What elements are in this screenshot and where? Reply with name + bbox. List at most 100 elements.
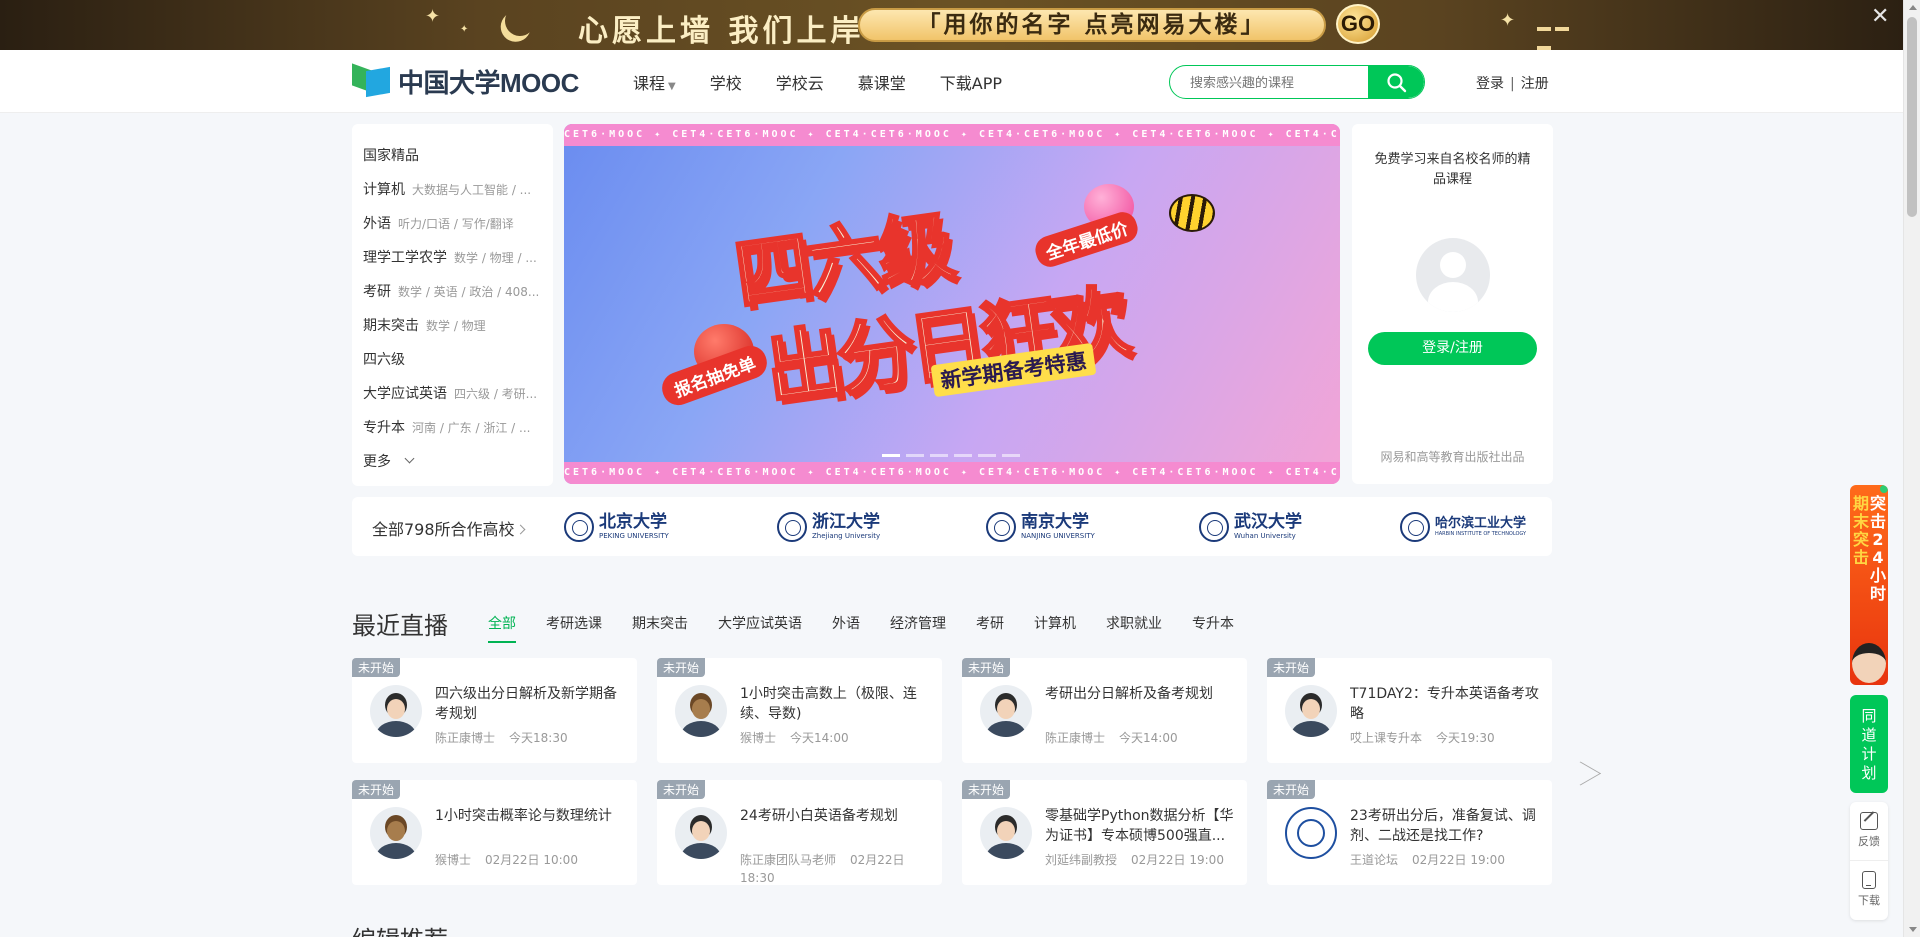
nav-courses-label: 课程 bbox=[633, 74, 666, 93]
live-card-title: 四六级出分日解析及新学期备考规划 bbox=[435, 686, 617, 722]
status-badge: 未开始 bbox=[962, 658, 1011, 677]
promo-decoration bbox=[1535, 18, 1585, 50]
school-name: 浙江大学 bbox=[812, 512, 880, 532]
live-card[interactable]: 未开始 1小时突击概率论与数理统计 猴博士 02月22日 10:00 bbox=[352, 780, 637, 885]
school-name-en: Zhejiang University bbox=[812, 532, 881, 540]
status-badge: 未开始 bbox=[657, 658, 706, 677]
carousel-dot[interactable] bbox=[930, 454, 948, 457]
site-header: 中国大学MOOC 课程▼ 学校 学校云 慕课堂 下载APP 登录 | 注册 bbox=[0, 50, 1903, 113]
hero-carousel[interactable]: CET6·MOOC ✦ CET4·CET6·MOOC ✦ CET4·CET6·M… bbox=[564, 124, 1340, 484]
school-logo-whu[interactable]: 武汉大学 Wuhan University bbox=[1199, 511, 1302, 543]
nav-courses[interactable]: 课程 ▼ bbox=[633, 70, 676, 94]
live-tab[interactable]: 期末突击 bbox=[632, 613, 688, 633]
live-card[interactable]: 未开始 23考研出分后，准备复试、调剂、二战还是找工作? 王道论坛 02月22日 19… bbox=[1267, 780, 1552, 885]
carousel-dot[interactable] bbox=[954, 454, 972, 457]
category-item[interactable]: 大学应试英语 四六级 / 考研... bbox=[363, 376, 542, 410]
search-button[interactable] bbox=[1368, 66, 1424, 98]
school-seal-icon bbox=[564, 512, 594, 542]
live-tab[interactable]: 经济管理 bbox=[890, 613, 946, 633]
download-button[interactable]: 下载 bbox=[1850, 861, 1888, 920]
carousel-strip-bottom: CET6·MOOC ✦ CET4·CET6·MOOC ✦ CET4·CET6·M… bbox=[564, 462, 1340, 484]
nav-schools[interactable]: 学校 bbox=[710, 70, 742, 94]
live-tab[interactable]: 求职就业 bbox=[1106, 613, 1162, 633]
float-promo-widget[interactable]: 期末突击 突击24小时 bbox=[1850, 485, 1888, 685]
carousel-dot[interactable] bbox=[882, 454, 900, 457]
category-item[interactable]: 国家精品 bbox=[363, 138, 542, 172]
live-time: 今天14:00 bbox=[1119, 731, 1178, 745]
scrollbar-thumb[interactable] bbox=[1907, 17, 1917, 217]
category-item[interactable]: 考研 数学 / 英语 / 政治 / 408... bbox=[363, 274, 542, 308]
live-card[interactable]: 未开始 1小时突击高数上（极限、连续、导数) 猴博士 今天14:00 bbox=[657, 658, 942, 763]
live-tab[interactable]: 考研选课 bbox=[546, 613, 602, 633]
live-tab[interactable]: 大学应试英语 bbox=[718, 613, 802, 633]
category-more[interactable]: 更多 bbox=[363, 444, 542, 478]
teacher-name: 刘延纬副教授 bbox=[1045, 853, 1118, 867]
site-logo[interactable]: 中国大学MOOC bbox=[352, 63, 579, 98]
live-card[interactable]: 未开始 考研出分日解析及备考规划 陈正康博士 今天14:00 bbox=[962, 658, 1247, 763]
live-tab[interactable]: 专升本 bbox=[1192, 613, 1234, 633]
moon-icon bbox=[501, 2, 539, 40]
status-badge: 未开始 bbox=[352, 658, 401, 677]
category-item[interactable]: 外语 听力/口语 / 写作/翻译 bbox=[363, 206, 542, 240]
live-card-meta: 陈正康博士 今天18:30 bbox=[435, 729, 630, 747]
live-tab[interactable]: 全部 bbox=[488, 613, 516, 643]
float-plan-button[interactable]: 同道计划 bbox=[1850, 695, 1888, 793]
promo-slogan: 心愿上墙 我们上岸 bbox=[578, 14, 865, 49]
school-logo-zju[interactable]: 浙江大学 Zhejiang University bbox=[777, 511, 880, 543]
category-item[interactable]: 期末突击 数学 / 物理 bbox=[363, 308, 542, 342]
live-card[interactable]: 未开始 零基础学Python数据分析【华为证书】专本硕博500强直... 刘延纬副教… bbox=[962, 780, 1247, 885]
teacher-avatar bbox=[980, 807, 1032, 859]
school-name: 北京大学 bbox=[599, 512, 667, 532]
teacher-avatar bbox=[675, 807, 727, 859]
category-sub: 数学 / 物理 / ... bbox=[454, 250, 537, 265]
teacher-avatar bbox=[370, 807, 422, 859]
live-tab[interactable]: 计算机 bbox=[1034, 613, 1076, 633]
chevron-down-icon bbox=[404, 453, 415, 463]
school-name-en: NANJING UNIVERSITY bbox=[1021, 532, 1095, 540]
category-item[interactable]: 专升本 河南 / 广东 / 浙江 / ... bbox=[363, 410, 542, 444]
carousel-next-arrow-icon[interactable] bbox=[1575, 753, 1593, 793]
search-icon bbox=[1387, 73, 1407, 93]
top-promo-banner[interactable]: ✦ ✦ 心愿上墙 我们上岸 「用你的名字 点亮网易大楼」 GO ✦ ✕ bbox=[0, 0, 1920, 50]
auth-separator: | bbox=[1510, 76, 1515, 92]
live-time: 今天19:30 bbox=[1436, 731, 1495, 745]
category-item[interactable]: 四六级 bbox=[363, 342, 542, 376]
login-link[interactable]: 登录 bbox=[1476, 76, 1504, 92]
scroll-up-icon[interactable] bbox=[1909, 5, 1917, 10]
all-partners-label: 全部798所合作高校 bbox=[372, 520, 515, 539]
status-badge: 未开始 bbox=[1267, 780, 1316, 799]
carousel-dot[interactable] bbox=[906, 454, 924, 457]
page-scrollbar[interactable] bbox=[1903, 0, 1920, 937]
live-card[interactable]: 未开始四六级出分日解析及新学期备考规划陈正康博士 今天18:30 bbox=[352, 658, 637, 763]
all-partners-link[interactable]: 全部798所合作高校 bbox=[372, 516, 525, 540]
phone-icon bbox=[1862, 871, 1876, 889]
live-card-title: 1小时突击概率论与数理统计 bbox=[435, 808, 612, 824]
scroll-down-icon[interactable] bbox=[1909, 927, 1917, 932]
carousel-dot[interactable] bbox=[978, 454, 996, 457]
school-logo-pku[interactable]: 北京大学 PEKING UNIVERSITY bbox=[564, 511, 669, 543]
school-seal-icon bbox=[777, 512, 807, 542]
search-input[interactable] bbox=[1190, 66, 1360, 98]
live-tab[interactable]: 考研 bbox=[976, 613, 1004, 633]
category-item[interactable]: 理学工学农学 数学 / 物理 / ... bbox=[363, 240, 542, 274]
live-card[interactable]: 未开始 24考研小白英语备考规划 陈正康团队马老师 02月22日 18:30 bbox=[657, 780, 942, 885]
school-logo-hit[interactable]: 哈尔滨工业大学 HARBIN INSTITUTE OF TECHNOLOGY bbox=[1400, 511, 1526, 543]
nav-mooc-classroom[interactable]: 慕课堂 bbox=[858, 70, 906, 94]
promo-go-button[interactable]: GO bbox=[1336, 4, 1380, 44]
status-badge: 未开始 bbox=[1267, 658, 1316, 677]
carousel-dot[interactable] bbox=[1002, 454, 1020, 457]
nav-school-cloud[interactable]: 学校云 bbox=[776, 70, 824, 94]
promo-close-icon[interactable]: ✕ bbox=[1871, 4, 1889, 29]
nav-download-app[interactable]: 下载APP bbox=[940, 70, 1002, 94]
register-link[interactable]: 注册 bbox=[1521, 76, 1549, 92]
live-card-title: 1小时突击高数上（极限、连续、导数) bbox=[740, 686, 917, 722]
category-item[interactable]: 计算机 大数据与人工智能 / ... bbox=[363, 172, 542, 206]
login-register-button[interactable]: 登录/注册 bbox=[1368, 332, 1537, 365]
teacher-name: 哎上课专升本 bbox=[1350, 731, 1423, 745]
live-card[interactable]: 未开始 T71DAY2：专升本英语备考攻略 哎上课专升本 今天19:30 bbox=[1267, 658, 1552, 763]
feedback-button[interactable]: 反馈 bbox=[1850, 802, 1888, 861]
school-logo-nju[interactable]: 南京大学 NANJING UNIVERSITY bbox=[986, 511, 1095, 543]
live-tab[interactable]: 外语 bbox=[832, 613, 860, 633]
default-avatar-icon bbox=[1416, 238, 1490, 312]
logo-book-icon bbox=[352, 63, 392, 98]
